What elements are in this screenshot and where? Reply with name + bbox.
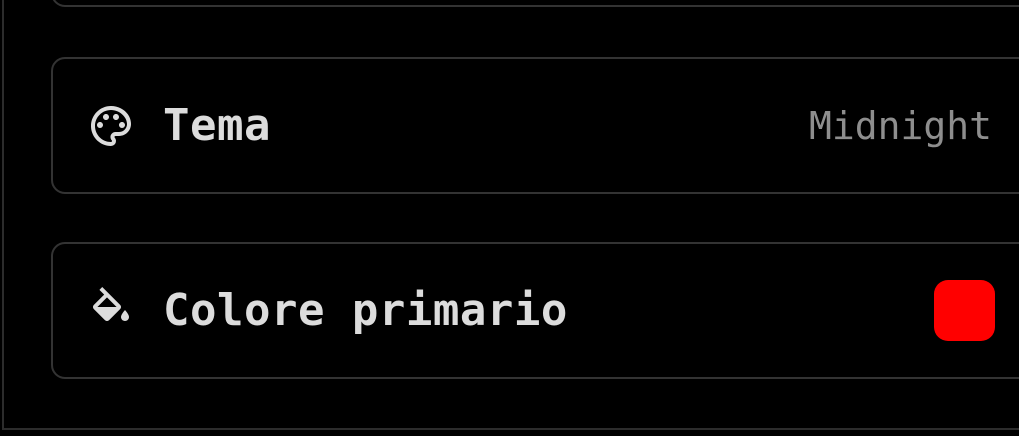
theme-setting-row[interactable]: Tema Midnight (51, 57, 1019, 194)
palette-icon (87, 102, 135, 150)
previous-setting-card[interactable] (51, 0, 1019, 7)
theme-value: Midnight (808, 103, 992, 148)
paint-bucket-icon (87, 286, 135, 335)
theme-label: Tema (163, 100, 271, 151)
primary-color-swatch[interactable] (934, 280, 995, 341)
primary-color-label: Colore primario (163, 285, 568, 336)
primary-color-setting-row[interactable]: Colore primario (51, 242, 1019, 379)
